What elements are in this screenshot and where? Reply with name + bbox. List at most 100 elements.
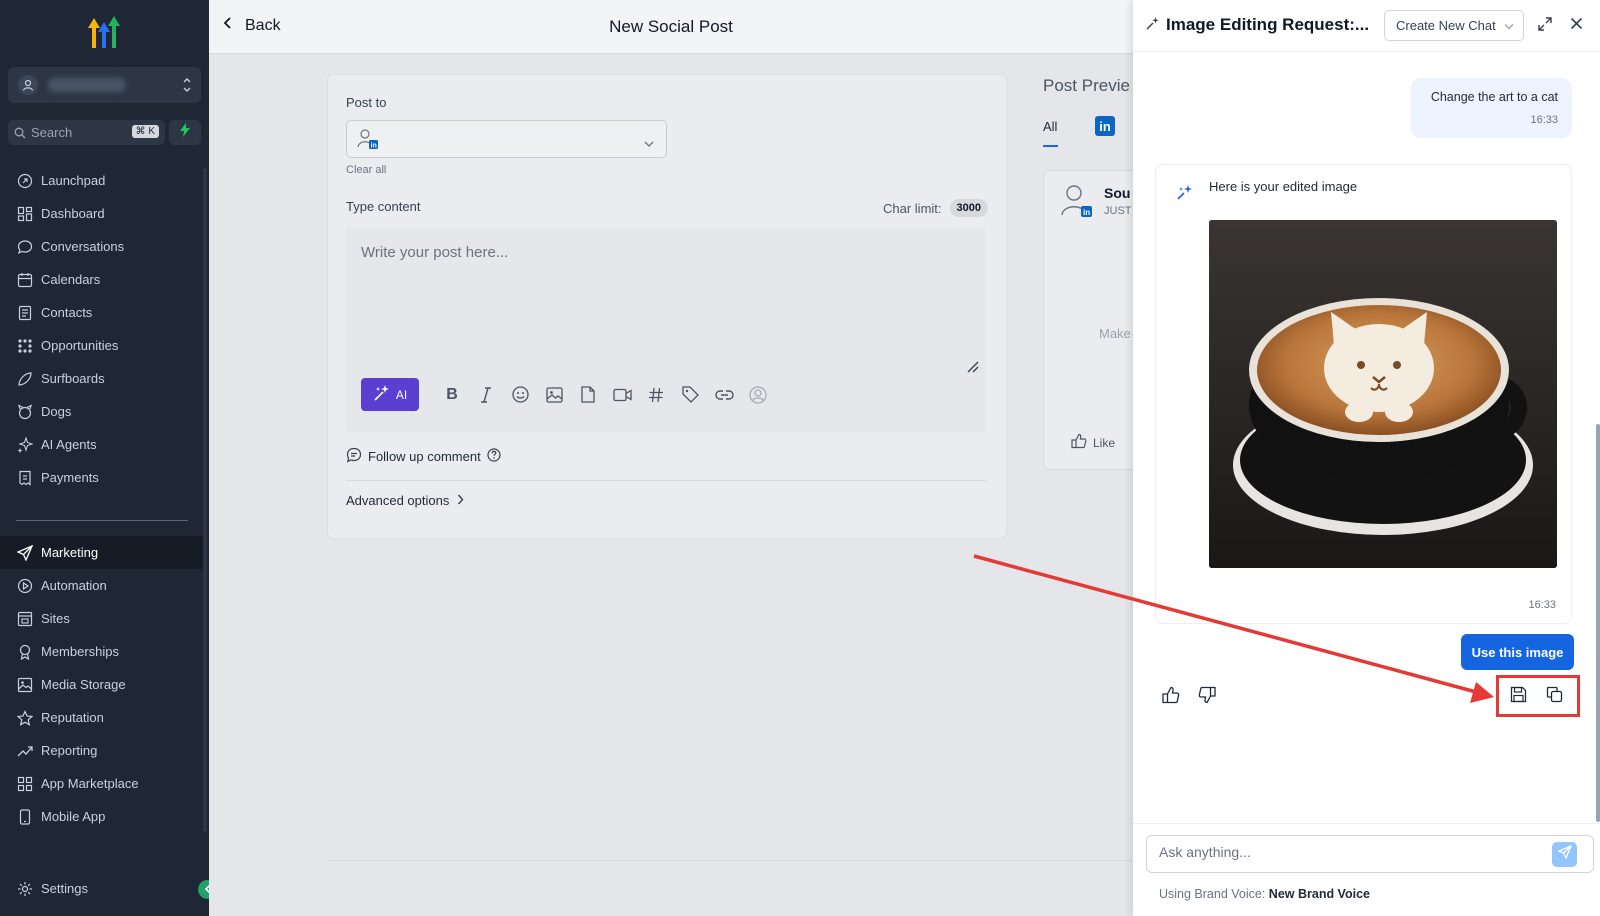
account-switcher[interactable]	[8, 67, 201, 103]
magic-wand-icon	[1146, 15, 1160, 35]
chat-scrollbar[interactable]	[1596, 424, 1600, 822]
sidebar-item-label: Settings	[41, 881, 88, 896]
sidebar-item-label: Launchpad	[41, 173, 106, 188]
sidebar-item-calendars[interactable]: Calendars	[0, 263, 203, 296]
sidebar-item-mobile-app[interactable]: Mobile App	[0, 800, 203, 833]
chevron-right-icon	[457, 493, 464, 508]
ai-assist-button[interactable]: AI	[361, 378, 419, 411]
gear-icon	[16, 880, 34, 898]
star-icon	[16, 709, 34, 727]
svg-text:in: in	[1083, 208, 1090, 217]
svg-text:in: in	[371, 143, 377, 150]
surfboard-icon	[16, 370, 34, 388]
clear-all-link[interactable]: Clear all	[346, 164, 386, 176]
document-icon[interactable]	[571, 378, 605, 411]
ask-input-container	[1146, 835, 1594, 873]
post-to-select[interactable]: in	[346, 120, 667, 158]
sidebar-item-label: Mobile App	[41, 809, 106, 824]
composer-card: Post to in Clear all Type content Char l…	[327, 74, 1007, 539]
send-button[interactable]	[1552, 842, 1577, 867]
linkedin-preview-card: in Sou JUST Make Like	[1043, 170, 1143, 470]
sidebar-item-label: Dashboard	[41, 206, 105, 221]
user-icon	[18, 75, 38, 95]
avatar: in	[1060, 183, 1094, 224]
sidebar-item-launchpad[interactable]: Launchpad	[0, 164, 203, 197]
char-limit-label: Char limit:	[883, 200, 942, 216]
magic-wand-icon	[373, 384, 391, 405]
sidebar-item-memberships[interactable]: Memberships	[0, 635, 203, 668]
sidebar-item-label: Payments	[41, 470, 99, 485]
sidebar-item-app-marketplace[interactable]: App Marketplace	[0, 767, 203, 800]
user-message: Change the art to a cat 16:33	[1411, 78, 1572, 138]
sidebar-item-ai-agents[interactable]: AI Agents	[0, 428, 203, 461]
sidebar-item-opportunities[interactable]: Opportunities	[0, 329, 203, 362]
sidebar-item-payments[interactable]: Payments	[0, 461, 203, 494]
preview-time: JUST	[1104, 205, 1132, 217]
sidebar-item-label: Conversations	[41, 239, 125, 254]
video-icon[interactable]	[605, 378, 639, 411]
create-new-chat-dropdown[interactable]: Create New Chat	[1384, 10, 1524, 41]
sidebar-item-dogs[interactable]: Dogs	[0, 395, 203, 428]
save-icon[interactable]	[1510, 686, 1527, 708]
sidebar-item-reporting[interactable]: Reporting	[0, 734, 203, 767]
sidebar-item-label: AI Agents	[41, 437, 97, 452]
image-upload-icon[interactable]	[537, 378, 571, 411]
copy-icon[interactable]	[1546, 686, 1563, 708]
ai-sparkle-icon	[1176, 183, 1194, 206]
post-content-editor[interactable]: Write your post here... AI B	[346, 227, 986, 432]
sidebar-item-reputation[interactable]: Reputation	[0, 701, 203, 734]
contacts-icon	[16, 304, 34, 322]
chat-bubble-icon	[16, 238, 34, 256]
sidebar-item-settings[interactable]: Settings	[0, 872, 203, 905]
sidebar: Search ⌘ K Launchpad Dashboard Conversat…	[0, 0, 217, 916]
receipt-icon	[16, 469, 34, 487]
sidebar-scrollbar[interactable]	[203, 168, 207, 832]
sidebar-item-sites[interactable]: Sites	[0, 602, 203, 635]
sidebar-item-label: Reporting	[41, 743, 98, 758]
chat-footer-divider	[1133, 823, 1600, 824]
sidebar-item-label: Automation	[41, 578, 107, 593]
follow-up-comment[interactable]: Follow up comment	[346, 447, 501, 466]
advanced-options-toggle[interactable]: Advanced options	[346, 493, 464, 508]
sidebar-search[interactable]: Search ⌘ K	[8, 120, 165, 145]
sidebar-item-label: Contacts	[41, 305, 93, 320]
sidebar-item-label: Sites	[41, 611, 70, 626]
close-icon[interactable]	[1570, 17, 1583, 35]
emoji-icon[interactable]	[503, 378, 537, 411]
sidebar-item-label: Memberships	[41, 644, 120, 659]
sidebar-item-surfboards[interactable]: Surfboards	[0, 362, 203, 395]
ai-chat-panel: Image Editing Request:... Create New Cha…	[1133, 0, 1600, 916]
preview-like: Like	[1071, 433, 1115, 452]
automation-icon	[16, 577, 34, 595]
sidebar-item-contacts[interactable]: Contacts	[0, 296, 203, 329]
preview-tab-linkedin[interactable]: in	[1095, 116, 1115, 136]
hashtag-icon[interactable]	[639, 378, 673, 411]
paper-plane-icon	[16, 544, 34, 562]
resize-handle-icon[interactable]	[966, 360, 980, 379]
like-label: Like	[1093, 435, 1116, 450]
thumbs-down-icon[interactable]	[1198, 686, 1216, 709]
sidebar-item-conversations[interactable]: Conversations	[0, 230, 203, 263]
sidebar-item-media-storage[interactable]: Media Storage	[0, 668, 203, 701]
sidebar-item-dashboard[interactable]: Dashboard	[0, 197, 203, 230]
ask-input[interactable]	[1159, 844, 1539, 860]
bold-icon[interactable]: B	[435, 378, 469, 411]
sidebar-item-marketing[interactable]: Marketing	[0, 536, 203, 569]
user-message-text: Change the art to a cat	[1430, 90, 1558, 104]
edited-image-cat-latte[interactable]	[1209, 220, 1557, 568]
tag-icon[interactable]	[673, 378, 707, 411]
user-mention-icon[interactable]	[741, 378, 775, 411]
help-icon[interactable]	[487, 448, 501, 465]
brand-voice-value[interactable]: New Brand Voice	[1269, 887, 1370, 901]
quick-action-button[interactable]	[169, 120, 201, 145]
use-this-image-button[interactable]: Use this image	[1461, 634, 1574, 670]
thumbs-up-icon[interactable]	[1162, 686, 1180, 709]
preview-tab-all[interactable]: All	[1043, 119, 1057, 134]
app-logo[interactable]	[84, 14, 124, 50]
sidebar-item-automation[interactable]: Automation	[0, 569, 203, 602]
post-to-label: Post to	[346, 95, 387, 110]
italic-icon[interactable]	[469, 378, 503, 411]
sidebar-item-label: Reputation	[41, 710, 104, 725]
expand-icon[interactable]	[1538, 17, 1552, 36]
link-icon[interactable]	[707, 378, 741, 411]
